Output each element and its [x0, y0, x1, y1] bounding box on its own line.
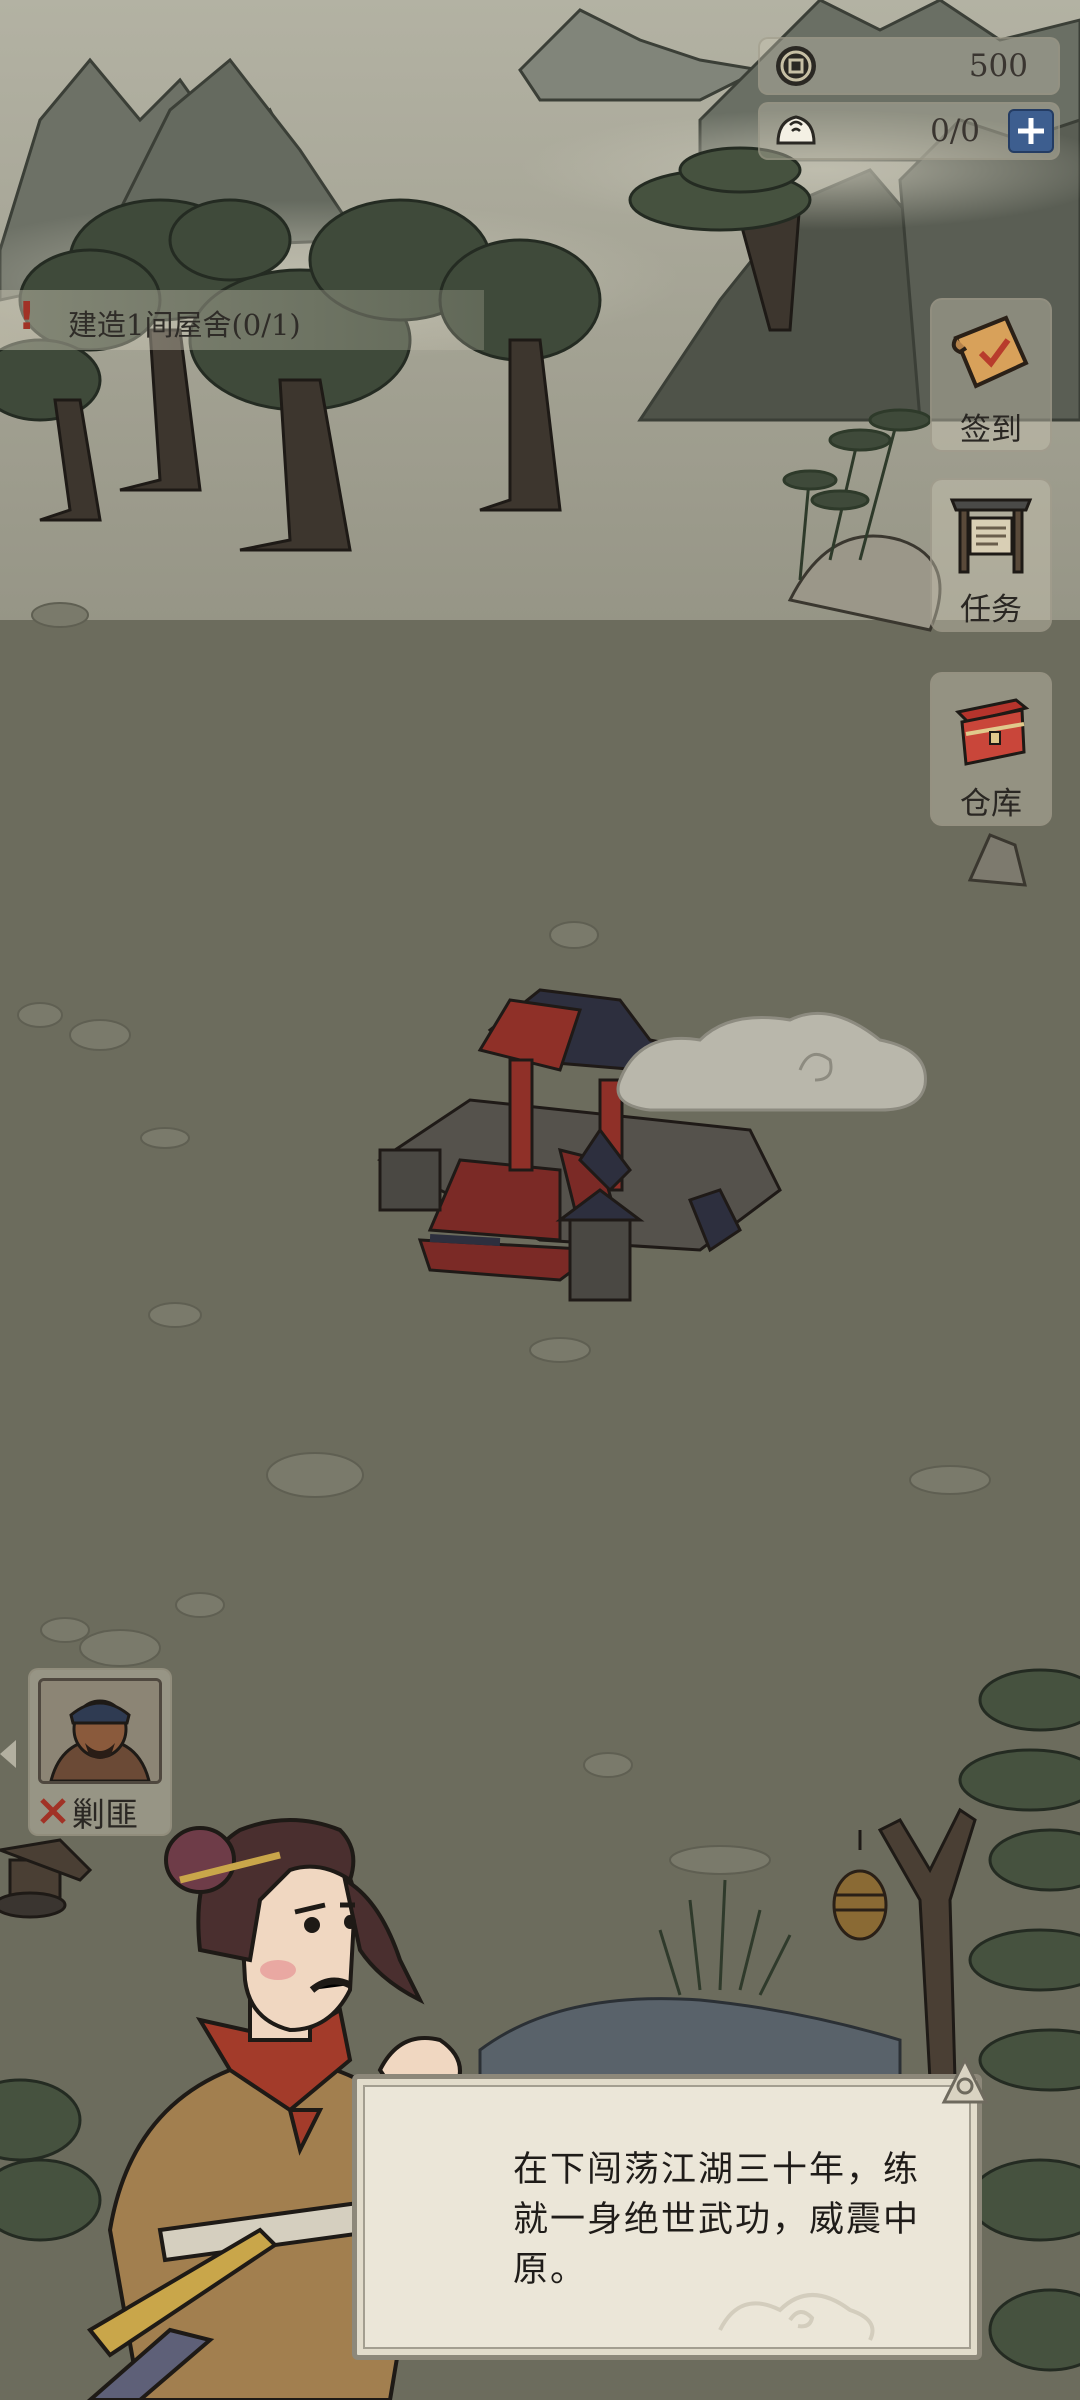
warehouse-button[interactable]: 仓库	[930, 672, 1052, 826]
bandit-raid-label: 剿匪	[72, 1795, 138, 1834]
quest-tracker[interactable]: ! 建造1间屋舍(0/1)	[0, 290, 484, 350]
tasks-label: 任务	[960, 592, 1022, 628]
quest-text: 建造1间屋舍(0/1)	[68, 308, 301, 342]
left-arrow-icon[interactable]	[0, 1740, 16, 1768]
bandit-raid-card[interactable]: 剿匪	[28, 1668, 172, 1836]
bandit-portrait	[38, 1678, 162, 1784]
coin-icon	[776, 46, 816, 86]
exclamation-icon: !	[18, 294, 36, 338]
dialog-corner-ornament-icon	[941, 2056, 989, 2104]
chest-icon	[954, 698, 1030, 766]
game-scene	[0, 0, 1080, 2400]
cloud-swirl-decoration	[718, 2293, 875, 2341]
food-counter: 0/0	[758, 102, 1060, 160]
tasks-button[interactable]: 任务	[930, 478, 1052, 632]
checkin-button[interactable]: 签到	[930, 298, 1052, 452]
coin-amount: 500	[968, 48, 1028, 84]
coin-counter: 500	[758, 37, 1060, 95]
bandit-face-icon	[41, 1681, 159, 1781]
notice-board-icon	[949, 498, 1033, 574]
crossed-swords-icon	[40, 1798, 66, 1824]
scroll-icon	[951, 315, 1029, 389]
checkin-label: 签到	[960, 412, 1022, 448]
food-amount: 0/0	[930, 113, 980, 149]
warehouse-label: 仓库	[960, 786, 1022, 822]
add-food-button[interactable]	[1008, 109, 1054, 153]
steamed-bun-icon	[776, 115, 816, 145]
